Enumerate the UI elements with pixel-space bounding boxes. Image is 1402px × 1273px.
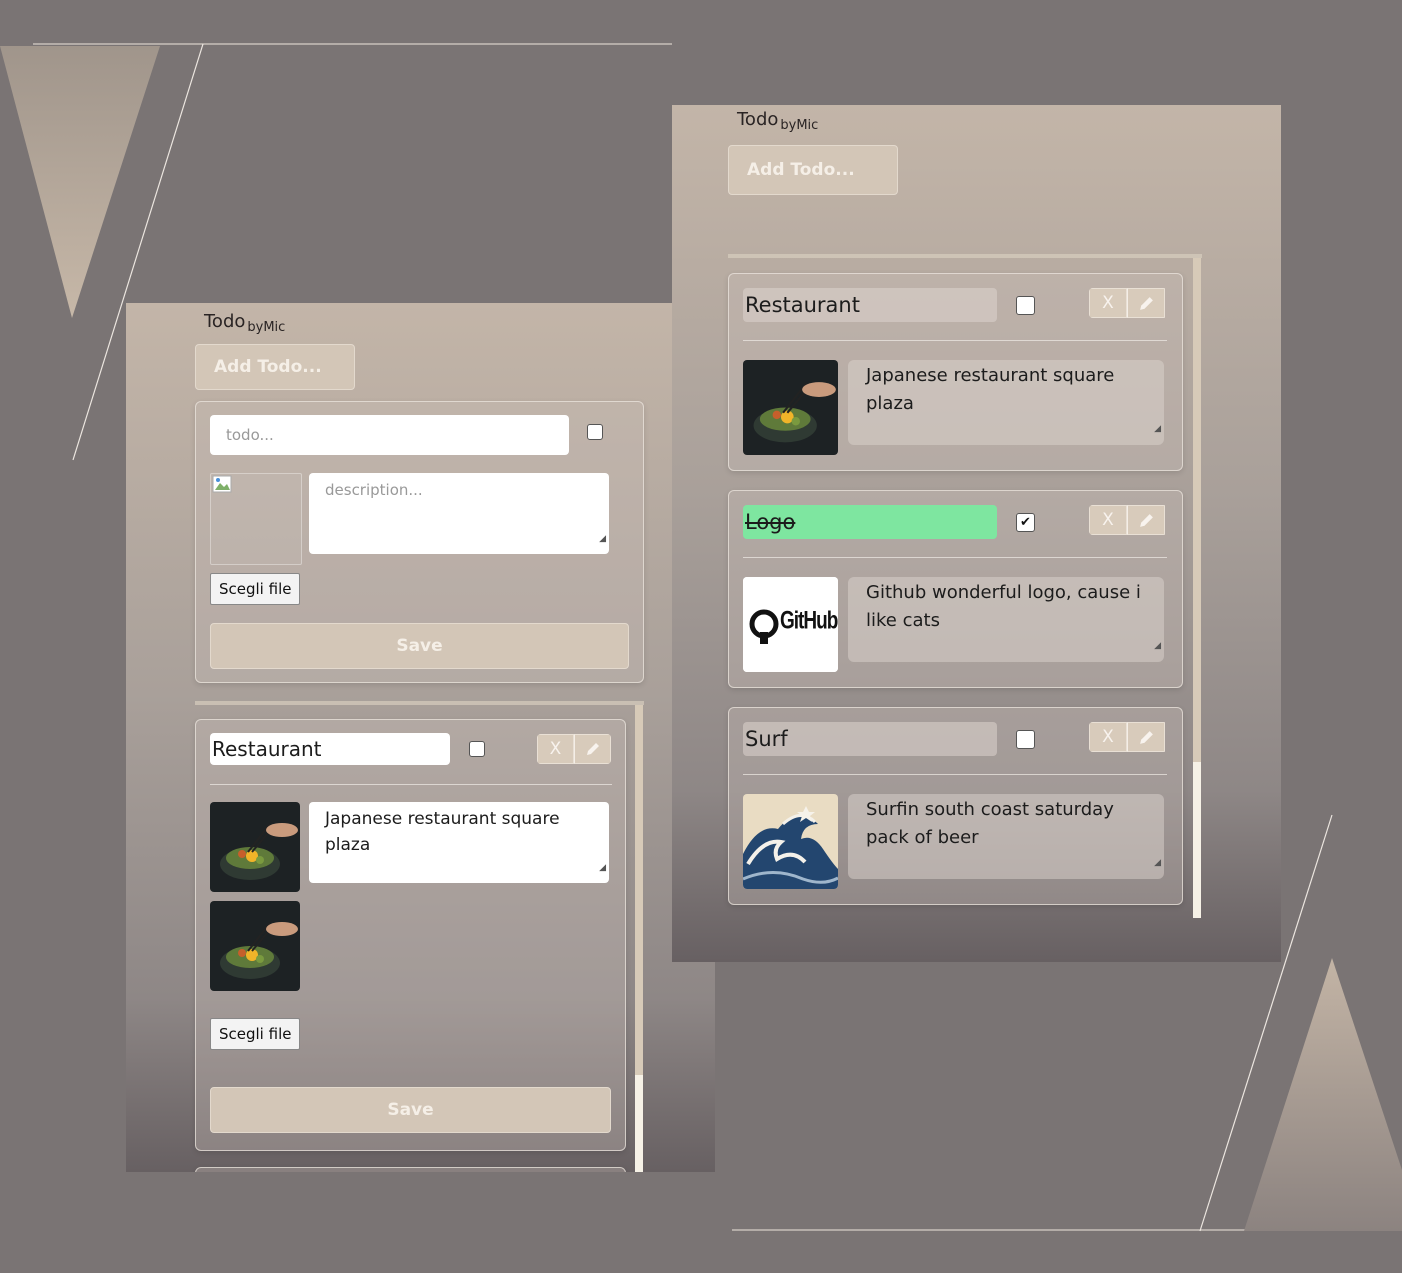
divider <box>743 774 1167 775</box>
description-input[interactable]: Japanese restaurant square plaza ◢ <box>309 802 609 883</box>
edit-button[interactable] <box>574 734 611 764</box>
right-todo-window: Todo byMic Add Todo... Restaurant X Japa… <box>672 105 1281 962</box>
pencil-icon <box>1139 730 1153 744</box>
item-actions: X <box>1089 288 1167 318</box>
scrollbar[interactable] <box>1193 258 1201 918</box>
todo-title-field[interactable]: Restaurant <box>743 288 997 322</box>
save-button[interactable]: Save <box>210 623 629 669</box>
done-checkbox[interactable] <box>469 741 485 757</box>
item-actions: X <box>1089 722 1167 752</box>
divider <box>743 340 1167 341</box>
todo-item: Surf X Surfin south coast saturday pack … <box>728 707 1183 905</box>
edit-button[interactable] <box>1127 722 1165 752</box>
delete-button[interactable]: X <box>1089 288 1127 318</box>
done-checkbox[interactable] <box>1016 730 1035 749</box>
edit-button[interactable] <box>1127 505 1165 535</box>
pencil-icon <box>1139 296 1153 310</box>
done-checkbox-checked[interactable]: ✔ <box>1016 513 1035 532</box>
add-todo-button[interactable]: Add Todo... <box>195 344 355 390</box>
app-title: Todo byMic <box>737 109 819 133</box>
divider <box>743 557 1167 558</box>
left-todo-window: Todo byMic Add Todo... todo... descriptio… <box>126 303 715 1172</box>
todo-title-field[interactable]: Logo <box>743 505 997 539</box>
broken-image-icon <box>212 475 232 493</box>
app-title: Todo byMic <box>204 311 286 335</box>
todo-list: Restaurant X Japanese restaurant square … <box>195 701 644 1172</box>
github-logo-text: GitHub <box>780 607 838 635</box>
todo-image <box>743 360 838 455</box>
divider <box>210 784 612 785</box>
food-photo-icon <box>210 901 300 991</box>
save-button[interactable]: Save <box>210 1087 611 1133</box>
food-photo-icon <box>743 360 838 455</box>
done-checkbox[interactable] <box>587 424 603 440</box>
delete-button[interactable]: X <box>537 734 574 764</box>
image-placeholder <box>210 473 302 565</box>
resize-handle-icon[interactable]: ◢ <box>599 526 606 552</box>
todo-description[interactable]: Github wonderful logo, cause i like cats… <box>848 577 1164 662</box>
scrollbar-thumb[interactable] <box>1193 762 1201 918</box>
resize-handle-icon[interactable]: ◢ <box>1154 849 1161 877</box>
todo-list: Restaurant X Japanese restaurant square … <box>728 254 1202 918</box>
todo-description[interactable]: Japanese restaurant square plaza ◢ <box>848 360 1164 445</box>
edit-button[interactable] <box>1127 288 1165 318</box>
pencil-icon <box>586 743 599 755</box>
todo-image-preview <box>210 901 300 991</box>
todo-item: Logo ✔ X GitHub Github wonderful logo, c… <box>728 490 1183 688</box>
todo-image: GitHub <box>743 577 838 672</box>
resize-handle-icon[interactable]: ◢ <box>1154 632 1161 660</box>
top-left-triangle <box>0 46 160 318</box>
choose-file-button[interactable]: Scegli file <box>210 1018 301 1050</box>
item-actions: X <box>537 734 611 764</box>
new-todo-form: todo... description... ◢ Scegli file Sav… <box>195 401 644 683</box>
todo-item-editing: Restaurant X Japanese restaurant square … <box>195 719 626 1151</box>
choose-file-button[interactable]: Scegli file <box>210 573 301 605</box>
todo-item: Restaurant X Japanese restaurant square … <box>728 273 1183 471</box>
todo-image <box>743 794 838 889</box>
todo-description[interactable]: Surfin south coast saturday pack of beer… <box>848 794 1164 879</box>
todo-title-field[interactable]: Surf <box>743 722 997 756</box>
pencil-icon <box>1139 513 1153 527</box>
todo-item-next <box>195 1167 626 1172</box>
todo-title-input[interactable]: todo... <box>210 415 569 455</box>
scrollbar-thumb[interactable] <box>635 1075 643 1172</box>
item-actions: X <box>1089 505 1167 535</box>
scrollbar[interactable] <box>635 705 643 1172</box>
resize-handle-icon[interactable]: ◢ <box>1154 415 1161 443</box>
wave-painting-icon <box>743 794 838 889</box>
bottom-right-triangle <box>1244 958 1402 1231</box>
resize-handle-icon[interactable]: ◢ <box>599 855 606 881</box>
delete-button[interactable]: X <box>1089 505 1127 535</box>
done-checkbox[interactable] <box>1016 296 1035 315</box>
food-photo-icon <box>210 802 300 892</box>
add-todo-button[interactable]: Add Todo... <box>728 145 898 195</box>
todo-title-field[interactable]: Restaurant <box>210 733 450 765</box>
delete-button[interactable]: X <box>1089 722 1127 752</box>
todo-image <box>210 802 300 892</box>
description-input[interactable]: description... ◢ <box>309 473 609 554</box>
